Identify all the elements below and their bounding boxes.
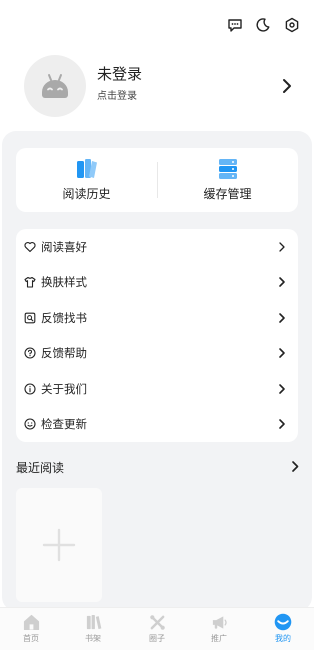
login-hint[interactable]: 点击登录 bbox=[97, 87, 137, 102]
message-icon[interactable] bbox=[226, 16, 244, 34]
robot-avatar-icon bbox=[42, 74, 68, 98]
circle-icon bbox=[148, 613, 166, 631]
quick-action-label: 阅读历史 bbox=[62, 187, 111, 201]
chevron-right-icon bbox=[279, 241, 285, 252]
cache-management-button[interactable]: 缓存管理 bbox=[157, 158, 298, 204]
menu-item-feedback-help[interactable]: 反馈帮助 bbox=[16, 336, 298, 371]
tab-label: 推广 bbox=[211, 634, 227, 643]
chevron-right-icon[interactable] bbox=[291, 460, 300, 473]
menu-item-label: 阅读喜好 bbox=[41, 241, 87, 254]
settings-icon[interactable] bbox=[283, 16, 301, 34]
night-mode-icon[interactable] bbox=[254, 16, 272, 34]
chevron-right-icon bbox=[279, 383, 285, 394]
settings-menu-card: 阅读喜好 换肤样式 反馈找书 反馈帮助 关于我们 检查更新 bbox=[16, 229, 298, 442]
book-icon bbox=[76, 159, 97, 178]
update-icon bbox=[24, 418, 36, 430]
tab-home[interactable]: 首页 bbox=[1, 613, 61, 649]
tab-label: 我的 bbox=[275, 634, 291, 643]
bottom-tab-bar: 首页 书架 圈子 推广 我的 bbox=[0, 607, 314, 650]
chevron-right-icon bbox=[279, 419, 285, 429]
tab-mine[interactable]: 我的 bbox=[253, 613, 313, 649]
bookshelf-icon bbox=[84, 613, 102, 631]
megaphone-icon bbox=[210, 613, 228, 631]
recent-reading-header[interactable]: 最近阅读 bbox=[16, 456, 302, 478]
home-icon bbox=[22, 613, 40, 631]
menu-item-reading-preference[interactable]: 阅读喜好 bbox=[16, 229, 298, 264]
profile-name: 未登录 bbox=[97, 66, 143, 83]
tab-label: 首页 bbox=[23, 634, 39, 643]
profile-icon bbox=[274, 613, 292, 631]
tab-label: 书架 bbox=[85, 634, 101, 643]
tab-promotion[interactable]: 推广 bbox=[189, 613, 249, 649]
chevron-right-icon bbox=[279, 312, 285, 323]
menu-item-feedback-find-book[interactable]: 反馈找书 bbox=[16, 300, 298, 335]
chevron-right-icon bbox=[279, 348, 285, 358]
tab-circle[interactable]: 圈子 bbox=[127, 613, 187, 649]
chevron-right-icon bbox=[279, 277, 285, 287]
menu-item-skin-style[interactable]: 换肤样式 bbox=[16, 265, 298, 300]
add-book-button[interactable] bbox=[16, 488, 102, 602]
shirt-icon bbox=[24, 276, 36, 288]
info-icon bbox=[24, 382, 36, 395]
quick-action-label: 缓存管理 bbox=[203, 187, 252, 201]
menu-item-label: 检查更新 bbox=[41, 419, 87, 431]
menu-item-label: 换肤样式 bbox=[41, 277, 87, 289]
plus-icon bbox=[42, 528, 76, 562]
database-icon bbox=[218, 159, 237, 179]
menu-item-label: 反馈帮助 bbox=[41, 348, 87, 360]
tab-label: 圈子 bbox=[149, 634, 165, 643]
quick-actions-card: 阅读历史 缓存管理 bbox=[16, 148, 298, 212]
search-book-icon bbox=[24, 312, 36, 324]
avatar[interactable] bbox=[24, 55, 86, 117]
help-icon bbox=[24, 347, 36, 359]
menu-item-label: 关于我们 bbox=[41, 383, 87, 396]
menu-item-label: 反馈找书 bbox=[41, 312, 87, 325]
heart-icon bbox=[24, 241, 36, 253]
reading-history-button[interactable]: 阅读历史 bbox=[16, 158, 157, 204]
section-title: 最近阅读 bbox=[16, 461, 65, 475]
top-bar bbox=[0, 0, 314, 48]
menu-item-check-update[interactable]: 检查更新 bbox=[16, 407, 298, 442]
tab-bookshelf[interactable]: 书架 bbox=[63, 613, 123, 649]
menu-item-about-us[interactable]: 关于我们 bbox=[16, 371, 298, 406]
chevron-right-icon[interactable] bbox=[280, 76, 294, 96]
profile-header[interactable]: 未登录 点击登录 bbox=[0, 54, 314, 120]
